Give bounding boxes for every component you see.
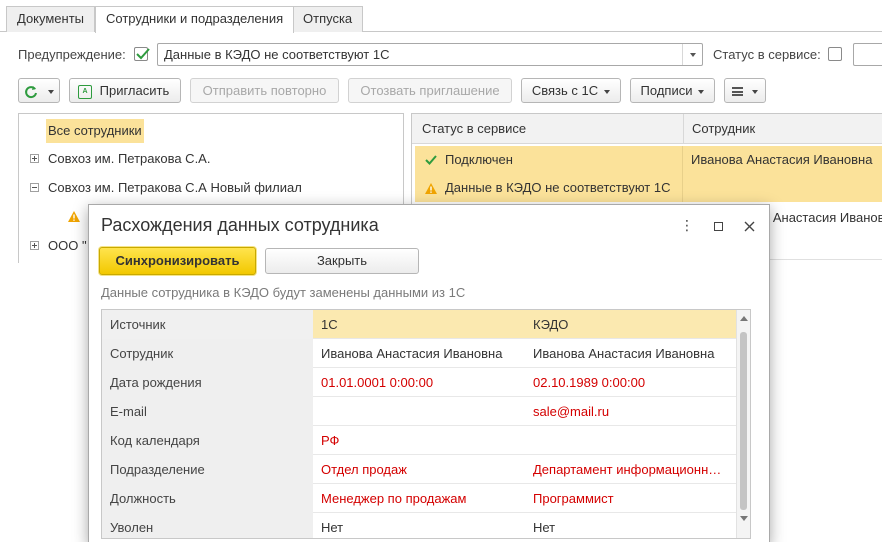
- value-1c: Нет: [321, 520, 344, 535]
- status-mismatch: Данные в КЭДО не соответствуют 1С: [445, 180, 671, 195]
- resend-button[interactable]: Отправить повторно: [190, 78, 339, 103]
- value-1c: Менеджер по продажам: [321, 491, 467, 506]
- expand-icon[interactable]: [30, 154, 39, 163]
- collapse-icon[interactable]: [30, 183, 39, 192]
- tab-employees-departments[interactable]: Сотрудники и подразделения: [95, 6, 295, 33]
- tree-item-all[interactable]: Все сотрудники: [19, 116, 403, 145]
- scrollbar-thumb[interactable]: [740, 332, 747, 510]
- warning-select[interactable]: Данные в КЭДО не соответствуют 1С: [157, 43, 703, 66]
- tree-item-label: ООО ": [48, 238, 87, 253]
- status-connected: Подключен: [445, 152, 513, 167]
- check-icon: [136, 48, 150, 60]
- table-row[interactable]: Должность Менеджер по продажам Программи…: [102, 484, 738, 513]
- tree-item-label: Совхоз им. Петракова С.А.: [48, 151, 211, 166]
- close-icon[interactable]: [739, 215, 759, 235]
- value-kedo: [525, 426, 738, 455]
- value-kedo: 02.10.1989 0:00:00: [533, 375, 646, 390]
- table-header: Источник 1С КЭДО: [102, 310, 738, 339]
- table-scrollbar[interactable]: [736, 310, 750, 538]
- header-1c: 1С: [321, 317, 338, 332]
- value-kedo: Нет: [533, 520, 556, 535]
- grid-header: Статус в сервисе Сотрудник: [412, 114, 882, 144]
- tab-documents[interactable]: Документы: [6, 6, 96, 32]
- scroll-up-icon[interactable]: [740, 316, 748, 321]
- warning-icon: [425, 183, 437, 194]
- value-1c: [313, 397, 525, 426]
- status-checkbox[interactable]: [828, 47, 842, 61]
- value-1c: Отдел продаж: [321, 462, 407, 477]
- invite-label: Пригласить: [99, 83, 170, 98]
- signatures-label: Подписи: [640, 83, 693, 98]
- status-label: Статус в сервисе:: [713, 47, 821, 62]
- value-kedo: Департамент информационных технологий: [533, 462, 730, 477]
- invite-icon: A: [78, 84, 92, 99]
- status-select[interactable]: [853, 43, 882, 66]
- tree-item[interactable]: Совхоз им. Петракова С.А Новый филиал: [19, 173, 403, 202]
- table-row[interactable]: Дата рождения 01.01.0001 0:00:00 02.10.1…: [102, 368, 738, 397]
- table-row[interactable]: E-mail sale@mail.ru: [102, 397, 738, 426]
- signatures-button[interactable]: Подписи: [630, 78, 715, 103]
- close-button[interactable]: Закрыть: [265, 248, 419, 274]
- tree-item-all-label: Все сотрудники: [46, 119, 144, 143]
- table-row[interactable]: Уволен Нет Нет: [102, 513, 738, 538]
- expand-icon[interactable]: [30, 241, 39, 250]
- link-1c-label: Связь с 1С: [531, 83, 599, 98]
- table-row[interactable]: Сотрудник Иванова Анастасия Ивановна Ива…: [102, 339, 738, 368]
- invite-button[interactable]: A Пригласить: [69, 78, 181, 103]
- table-row[interactable]: Код календаря РФ: [102, 426, 738, 455]
- field-label: E-mail: [102, 397, 313, 426]
- field-label: Должность: [102, 484, 313, 513]
- dialog-note: Данные сотрудника в КЭДО будут заменены …: [101, 285, 466, 300]
- field-label: Дата рождения: [102, 368, 313, 397]
- more-options-icon[interactable]: ⋮: [677, 215, 697, 235]
- field-label: Сотрудник: [102, 339, 313, 368]
- field-label: Уволен: [102, 513, 313, 538]
- refresh-icon: [25, 85, 38, 98]
- value-kedo: sale@mail.ru: [533, 404, 610, 419]
- table-row[interactable]: Подразделение Отдел продаж Департамент и…: [102, 455, 738, 484]
- dialog-title: Расхождения данных сотрудника: [101, 215, 379, 235]
- scroll-down-icon[interactable]: [740, 516, 748, 521]
- field-label: Код календаря: [102, 426, 313, 455]
- more-menu-button[interactable]: [724, 78, 766, 103]
- warning-checkbox[interactable]: [134, 47, 150, 61]
- warning-select-value: Данные в КЭДО не соответствуют 1С: [164, 47, 390, 62]
- value-kedo: Программист: [533, 491, 614, 506]
- synchronize-button[interactable]: Синхронизировать: [99, 247, 256, 275]
- header-source: Источник: [102, 310, 313, 339]
- maximize-icon[interactable]: [708, 215, 728, 235]
- revoke-invitation-button[interactable]: Отозвать приглашение: [348, 78, 512, 103]
- discrepancy-dialog: Расхождения данных сотрудника ⋮ Синхрони…: [88, 204, 770, 542]
- tab-vacations[interactable]: Отпуска: [292, 6, 364, 32]
- tree-item[interactable]: Совхоз им. Петракова С.А.: [19, 144, 403, 173]
- refresh-button[interactable]: [18, 78, 60, 103]
- link-1c-button[interactable]: Связь с 1С: [521, 78, 621, 103]
- tree-item-label: Совхоз им. Петракова С.А Новый филиал: [48, 180, 302, 195]
- menu-icon: [731, 87, 743, 97]
- employee-name: Иванова Анастасия Ивановна: [691, 152, 873, 167]
- value-1c: 01.01.0001 0:00:00: [321, 375, 434, 390]
- value-1c: РФ: [321, 433, 340, 448]
- chevron-down-icon[interactable]: [682, 44, 702, 65]
- check-icon: [425, 155, 437, 165]
- warning-label: Предупреждение:: [18, 47, 126, 62]
- tab-bar: Документы Сотрудники и подразделения Отп…: [0, 0, 882, 33]
- value-1c: Иванова Анастасия Ивановна: [321, 346, 503, 361]
- column-status[interactable]: Статус в сервисе: [422, 115, 526, 143]
- discrepancy-table: Источник 1С КЭДО Сотрудник Иванова Анаст…: [101, 309, 751, 539]
- header-kedo: КЭДО: [533, 317, 569, 332]
- table-row[interactable]: Подключен Данные в КЭДО не соответствуют…: [415, 146, 882, 202]
- warning-icon: [68, 211, 80, 222]
- value-kedo: Иванова Анастасия Ивановна: [533, 346, 715, 361]
- field-label: Подразделение: [102, 455, 313, 484]
- employee-name-partial: а Анастасия Ивановна: [762, 210, 882, 225]
- column-employee[interactable]: Сотрудник: [692, 115, 755, 143]
